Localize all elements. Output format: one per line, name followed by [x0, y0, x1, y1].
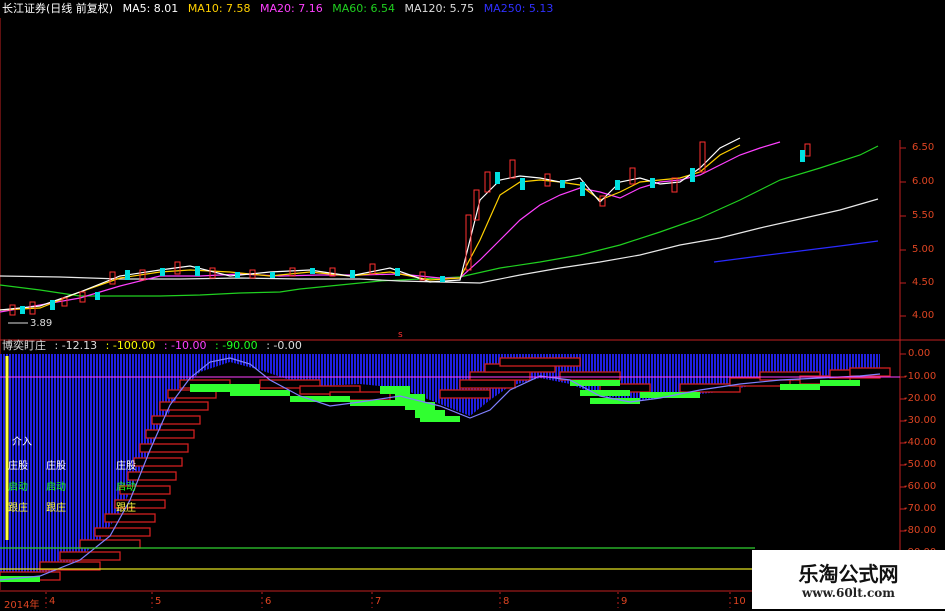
x-tick: 9: [621, 596, 628, 607]
ind-value-2: : -100.00: [105, 339, 156, 352]
indicator-title: 博奕盯庄: [2, 339, 46, 352]
ind-value-5: : -0.00: [266, 339, 302, 352]
ma10-line: [0, 144, 741, 311]
chart-canvas[interactable]: [0, 0, 945, 609]
ind-value-4: : -90.00: [215, 339, 258, 352]
ind-tick: -70.00: [904, 503, 937, 514]
signal-zhuang-2: 庄股: [46, 461, 66, 472]
signal-zhuang-1: 庄股: [8, 461, 28, 472]
signal-zhuang-3: 庄股: [116, 461, 136, 472]
ind-tick: 0.00: [908, 348, 931, 359]
ind-value-1: : -12.13: [54, 339, 98, 352]
x-tick: 6: [265, 596, 272, 607]
ind-tick: -10.00: [904, 371, 937, 382]
price-tick: 4.00: [912, 310, 935, 321]
ma60-line: [0, 145, 879, 297]
price-tick: 5.00: [912, 244, 935, 255]
ind-tick: -30.00: [904, 415, 937, 426]
site-watermark: 乐淘公式网 www.60lt.com: [752, 550, 945, 609]
x-tick: 8: [503, 596, 510, 607]
ma20-line: [0, 141, 781, 313]
ind-tick: -60.00: [904, 481, 937, 492]
ind-tick: -50.00: [904, 459, 937, 470]
ind-tick: -80.00: [904, 525, 937, 536]
signal-start-1: 启动: [8, 482, 28, 493]
x-tick: 7: [375, 596, 382, 607]
low-price-label: 3.89: [30, 318, 53, 329]
signal-join: 介入: [12, 437, 32, 448]
ind-value-3: : -10.00: [163, 339, 207, 352]
x-tick: 4: [49, 596, 56, 607]
signal-start-2: 启动: [46, 482, 66, 493]
candlesticks: [9, 141, 811, 316]
x-tick: 5: [155, 596, 162, 607]
x-tick: 10: [733, 596, 746, 607]
price-tick: 5.50: [912, 210, 935, 221]
ma250-line: [713, 240, 879, 263]
indicator-header: 博奕盯庄 : -12.13 : -100.00 : -10.00 : -90.0…: [0, 338, 902, 354]
watermark-url: www.60lt.com: [802, 586, 895, 600]
ind-tick: -20.00: [904, 393, 937, 404]
ma120-line: [0, 198, 879, 284]
signal-follow-2: 跟庄: [46, 503, 66, 514]
watermark-title: 乐淘公式网: [798, 562, 899, 586]
price-tick: 6.00: [912, 176, 935, 187]
price-tick: 6.50: [912, 142, 935, 153]
signal-follow-3: 跟庄: [116, 503, 136, 514]
price-tick: 4.50: [912, 277, 935, 288]
ind-tick: -40.00: [904, 437, 937, 448]
signal-follow-1: 跟庄: [8, 503, 28, 514]
signal-start-3: 启动: [116, 482, 136, 493]
